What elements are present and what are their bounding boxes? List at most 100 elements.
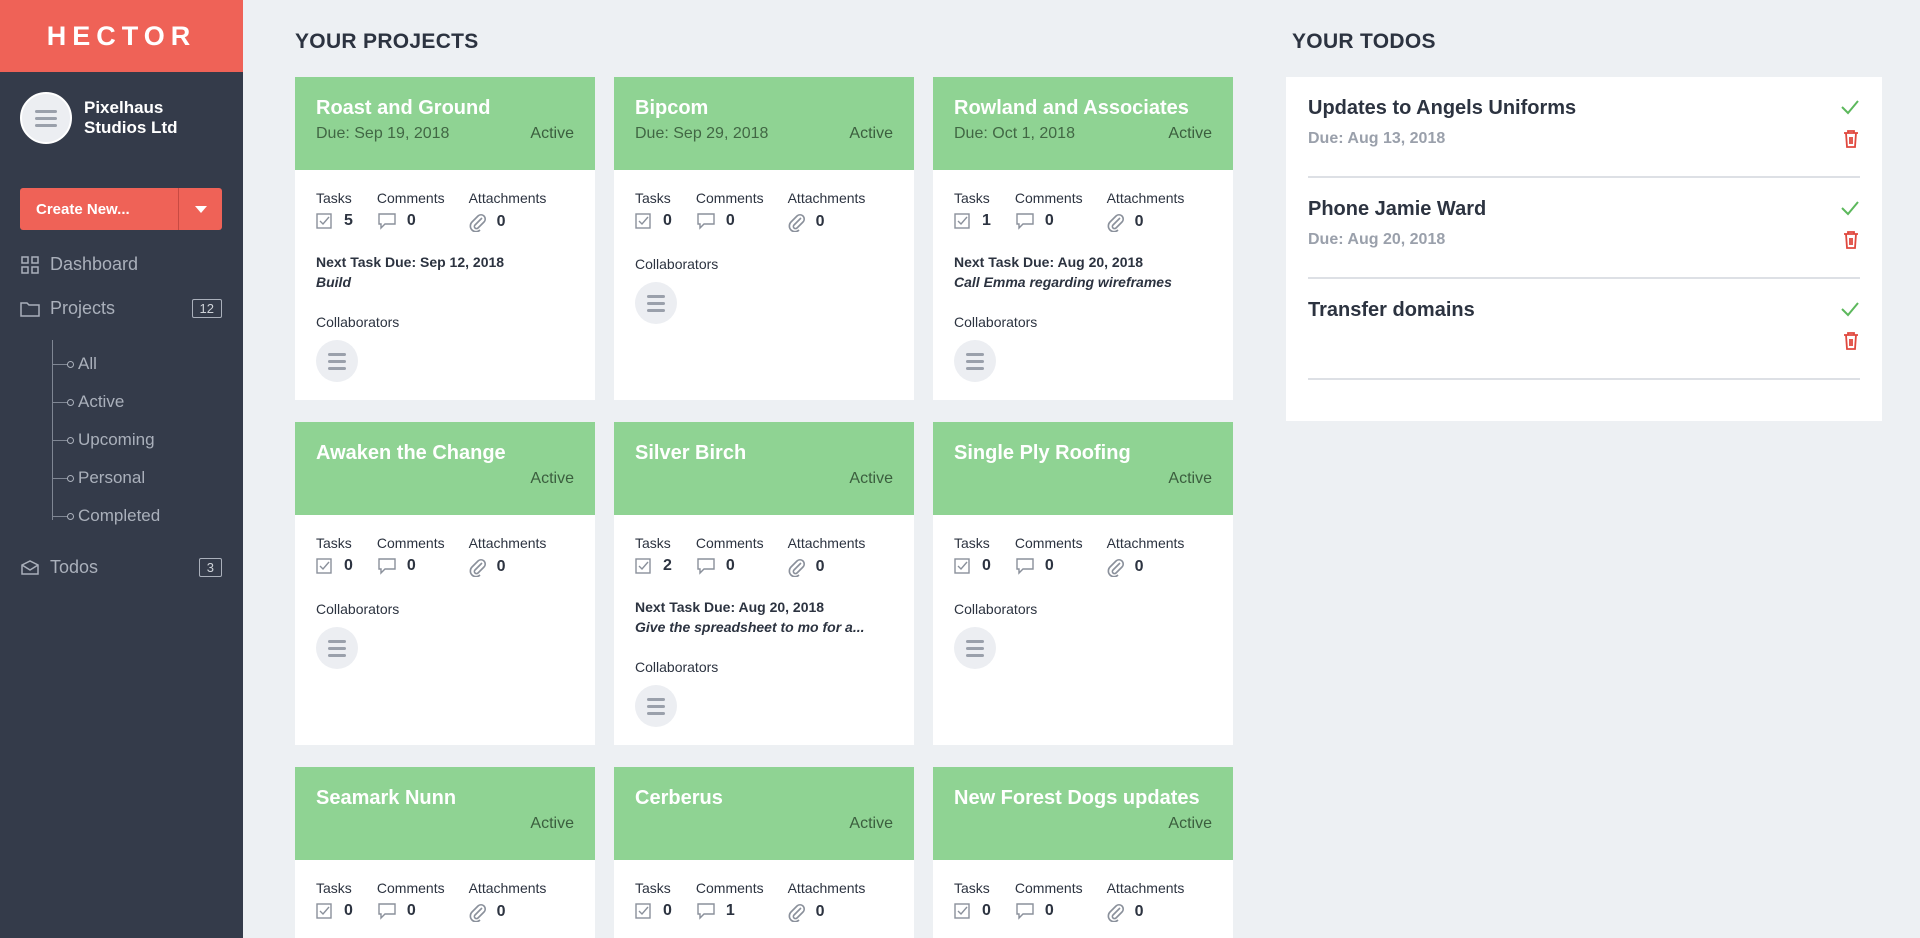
project-title[interactable]: Bipcom <box>635 97 893 120</box>
tasks-count: 2 <box>663 557 672 574</box>
trash-icon[interactable] <box>1842 230 1860 255</box>
todo-item[interactable]: Updates to Angels Uniforms Due: Aug 13, … <box>1308 77 1860 178</box>
comments-count: 0 <box>406 212 416 229</box>
check-icon[interactable] <box>1840 200 1860 221</box>
attachments-stat: Attachments 0 <box>1106 880 1185 922</box>
paperclip-icon <box>469 902 487 922</box>
project-card[interactable]: Seamark Nunn Active Tasks 0 Comments 0 Attachm… <box>295 767 595 938</box>
check-icon[interactable] <box>1840 301 1860 322</box>
project-card-header[interactable]: Seamark Nunn Active <box>295 767 595 860</box>
checkbox-icon <box>316 557 334 575</box>
project-title[interactable]: Rowland and Associates <box>954 97 1212 120</box>
checkbox-icon <box>954 212 972 230</box>
project-card[interactable]: Silver Birch Active Tasks 2 Comments 0 Attachm… <box>614 422 914 745</box>
todo-title[interactable]: Updates to Angels Uniforms <box>1308 97 1860 120</box>
collaborator-avatar[interactable] <box>316 627 358 669</box>
project-filter-completed[interactable]: Completed <box>52 506 160 526</box>
trash-icon[interactable] <box>1842 129 1860 154</box>
next-task-due: Next Task Due: Aug 20, 2018 <box>954 254 1144 270</box>
project-card-header[interactable]: Cerberus Active <box>614 767 914 860</box>
comments-count: 0 <box>725 212 735 229</box>
speech-bubble-icon <box>377 212 397 230</box>
project-title[interactable]: Awaken the Change <box>316 442 574 465</box>
project-card-header[interactable]: Silver Birch Active <box>614 422 914 515</box>
tasks-count: 1 <box>982 212 991 229</box>
collaborator-avatar[interactable] <box>954 627 996 669</box>
project-card[interactable]: Rowland and Associates Due: Oct 1, 2018 Ac… <box>933 77 1233 400</box>
collaborators-label: Collaborators <box>316 601 400 617</box>
create-new-button[interactable]: Create New... <box>20 188 178 230</box>
create-new-dropdown-button[interactable] <box>178 188 222 230</box>
project-filter-active[interactable]: Active <box>52 392 124 412</box>
tasks-stat: Tasks 0 <box>316 880 353 919</box>
project-card-body: Tasks 0 Comments 0 Attachments 0 <box>295 860 595 938</box>
project-status: Active <box>530 815 574 832</box>
collaborator-avatar[interactable] <box>635 282 677 324</box>
collaborator-avatar[interactable] <box>954 340 996 382</box>
todo-item[interactable]: Phone Jamie Ward Due: Aug 20, 2018 <box>1308 178 1860 279</box>
project-card[interactable]: New Forest Dogs updates Active Tasks 0 Comme… <box>933 767 1233 938</box>
paperclip-icon <box>788 557 806 577</box>
project-title[interactable]: New Forest Dogs updates <box>954 787 1212 810</box>
project-card-header[interactable]: Roast and Ground Due: Sep 19, 2018 Active <box>295 77 595 170</box>
tasks-stat: Tasks 0 <box>635 190 672 229</box>
speech-bubble-icon <box>696 557 716 575</box>
attachments-count: 0 <box>496 213 506 230</box>
logo-bar[interactable]: HECTOR <box>0 0 243 72</box>
attachments-stat: Attachments 0 <box>787 190 866 232</box>
tasks-count: 0 <box>344 557 353 574</box>
project-card-body: Tasks 1 Comments 0 Attachments 0 Next Task Due… <box>933 170 1233 400</box>
project-filter-upcoming[interactable]: Upcoming <box>52 430 155 450</box>
project-card[interactable]: Roast and Ground Due: Sep 19, 2018 Active T… <box>295 77 595 400</box>
paperclip-icon <box>1107 212 1125 232</box>
attachments-stat: Attachments 0 <box>1106 535 1185 577</box>
project-card-header[interactable]: Awaken the Change Active <box>295 422 595 515</box>
project-card-header[interactable]: Single Ply Roofing Active <box>933 422 1233 515</box>
project-card[interactable]: Awaken the Change Active Tasks 0 Comments 0 At… <box>295 422 595 745</box>
project-card-header[interactable]: Rowland and Associates Due: Oct 1, 2018 Ac… <box>933 77 1233 170</box>
project-due-date: Due: Oct 1, 2018 <box>954 125 1075 142</box>
paperclip-icon <box>788 902 806 922</box>
app-logo[interactable]: HECTOR <box>47 21 197 52</box>
check-icon[interactable] <box>1840 99 1860 120</box>
comments-count: 0 <box>1044 902 1054 919</box>
next-task-name[interactable]: Call Emma regarding wireframes <box>954 274 1212 290</box>
todo-title[interactable]: Transfer domains <box>1308 299 1860 322</box>
todo-item[interactable]: Transfer domains <box>1308 279 1860 380</box>
project-title[interactable]: Roast and Ground <box>316 97 574 120</box>
project-title[interactable]: Single Ply Roofing <box>954 442 1212 465</box>
attachments-count: 0 <box>1134 903 1144 920</box>
collaborator-avatar[interactable] <box>316 340 358 382</box>
project-card[interactable]: Cerberus Active Tasks 0 Comments 1 Attachments… <box>614 767 914 938</box>
next-task-due: Next Task Due: Aug 20, 2018 <box>635 599 825 615</box>
collaborators-label: Collaborators <box>954 314 1038 330</box>
project-card-header[interactable]: Bipcom Due: Sep 29, 2018 Active <box>614 77 914 170</box>
org-avatar[interactable] <box>20 92 72 144</box>
inbox-icon <box>20 558 40 578</box>
attachments-stat: Attachments 0 <box>468 190 547 232</box>
sidebar-item-todos[interactable]: Todos 3 <box>20 557 222 578</box>
project-title[interactable]: Seamark Nunn <box>316 787 574 810</box>
project-card[interactable]: Single Ply Roofing Active Tasks 0 Comments 0 A… <box>933 422 1233 745</box>
next-task-name[interactable]: Give the spreadsheet to mo for a... <box>635 619 893 635</box>
folder-icon <box>20 299 40 319</box>
sidebar: HECTOR Pixelhaus Studios Ltd Create New.… <box>0 0 243 938</box>
tasks-stat: Tasks 1 <box>954 190 991 230</box>
project-title[interactable]: Cerberus <box>635 787 893 810</box>
sidebar-item-dashboard[interactable]: Dashboard <box>20 254 222 275</box>
project-filter-personal[interactable]: Personal <box>52 468 145 488</box>
todo-title[interactable]: Phone Jamie Ward <box>1308 198 1860 221</box>
collaborator-avatar[interactable] <box>635 685 677 727</box>
tasks-stat: Tasks 5 <box>316 190 353 229</box>
project-filter-all[interactable]: All <box>52 354 97 374</box>
trash-icon[interactable] <box>1842 331 1860 356</box>
speech-bubble-icon <box>377 902 397 920</box>
sidebar-item-projects[interactable]: Projects 12 <box>20 298 222 319</box>
speech-bubble-icon <box>377 557 397 575</box>
project-title[interactable]: Silver Birch <box>635 442 893 465</box>
project-card[interactable]: Bipcom Due: Sep 29, 2018 Active Tasks 0 Comme… <box>614 77 914 400</box>
project-due-date: Due: Sep 29, 2018 <box>635 125 769 142</box>
next-task-name[interactable]: Build <box>316 274 574 290</box>
attachments-stat: Attachments 0 <box>468 880 547 922</box>
project-card-header[interactable]: New Forest Dogs updates Active <box>933 767 1233 860</box>
